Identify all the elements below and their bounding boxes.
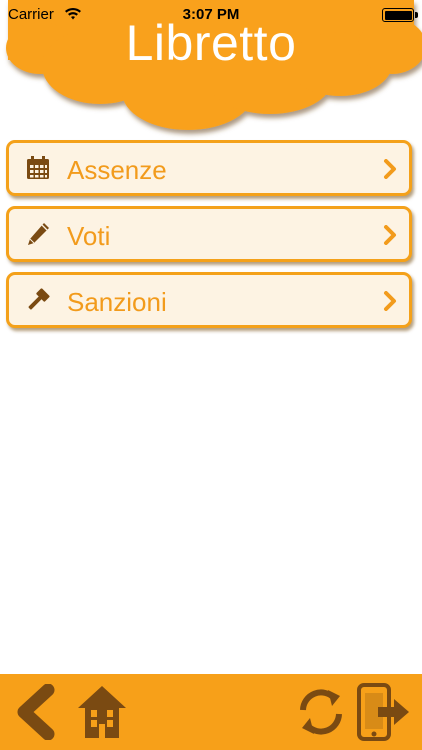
home-icon[interactable] bbox=[76, 682, 128, 742]
logout-icon[interactable] bbox=[356, 682, 412, 742]
calendar-icon bbox=[27, 156, 49, 179]
menu-item-label: Assenze bbox=[67, 155, 167, 185]
refresh-icon[interactable] bbox=[294, 684, 348, 740]
chevron-right-icon bbox=[384, 159, 396, 179]
battery-icon bbox=[382, 8, 418, 22]
menu-item-sanzioni[interactable]: Sanzioni bbox=[6, 272, 412, 328]
status-bar: Carrier 3:07 PM bbox=[0, 0, 422, 30]
clock: 3:07 PM bbox=[182, 6, 240, 23]
menu-item-voti[interactable]: Voti bbox=[6, 206, 412, 262]
gavel-icon bbox=[28, 288, 50, 310]
back-icon[interactable] bbox=[10, 684, 60, 740]
menu-item-label: Voti bbox=[67, 221, 111, 251]
bottom-toolbar bbox=[0, 674, 422, 750]
menu-item-label: Sanzioni bbox=[67, 287, 167, 317]
pencil-icon bbox=[28, 223, 49, 245]
menu-item-assenze[interactable]: Assenze bbox=[6, 140, 412, 196]
chevron-right-icon bbox=[384, 291, 396, 311]
main-menu: Assenze Voti Sanzioni bbox=[6, 140, 412, 338]
chevron-right-icon bbox=[384, 225, 396, 245]
